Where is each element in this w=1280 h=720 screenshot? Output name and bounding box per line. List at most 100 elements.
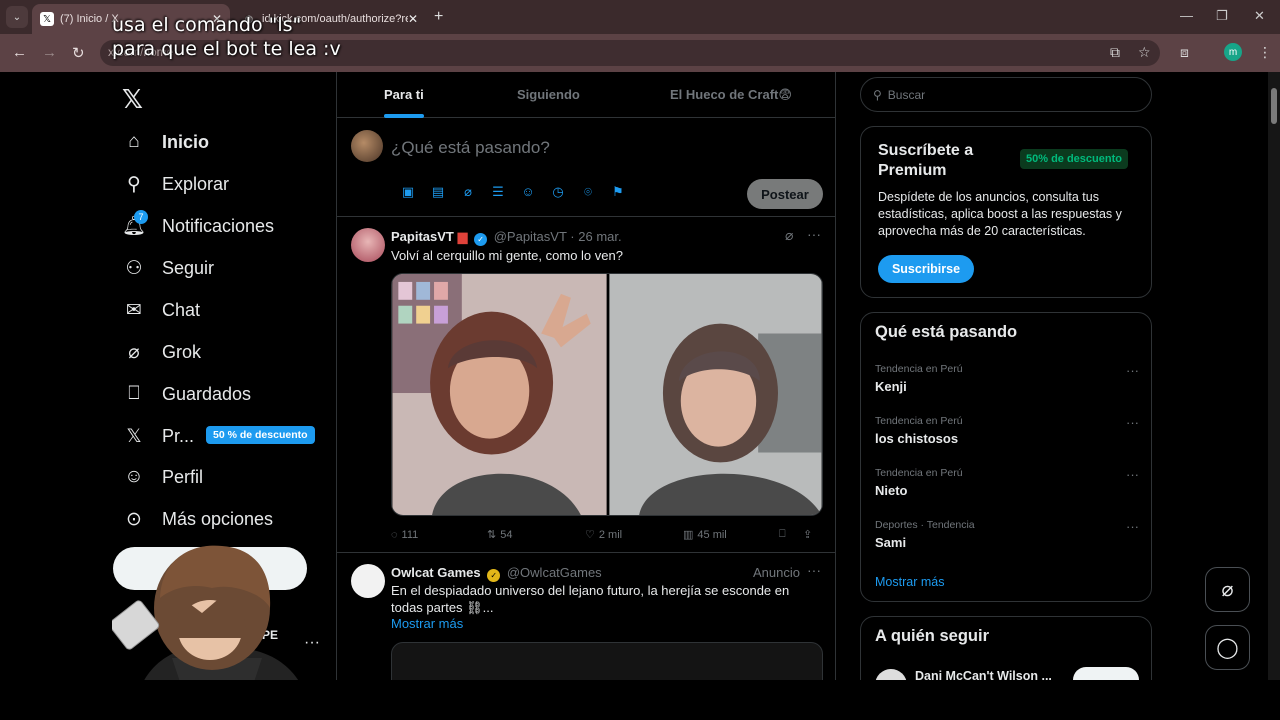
- reload-icon[interactable]: ↻: [72, 44, 85, 62]
- x-favicon-icon: 𝕏: [40, 12, 54, 26]
- mail-icon: ✉: [126, 299, 142, 321]
- trend-item[interactable]: Deportes · Tendencia Sami ···: [875, 519, 1139, 550]
- repost-icon: ⇅: [487, 529, 497, 541]
- tweet-photo-1[interactable]: [392, 274, 607, 515]
- nav-item-explorar[interactable]: ⚲ Explorar: [122, 168, 229, 200]
- timeline-tabs: Para ti Siguiendo El Hueco de Craft😨: [337, 72, 836, 118]
- restore-icon[interactable]: ❐: [1216, 8, 1228, 24]
- nav-item-chat[interactable]: ✉ Chat: [122, 294, 200, 326]
- x-logo-icon[interactable]: 𝕏: [122, 84, 143, 115]
- window-close-icon[interactable]: ✕: [1254, 8, 1265, 24]
- nav-item-grok[interactable]: ⌀ Grok: [122, 336, 201, 368]
- poll-icon[interactable]: ☰: [483, 184, 513, 200]
- grok-floating-button[interactable]: ⌀: [1205, 567, 1250, 612]
- share-action[interactable]: ⇪: [803, 528, 823, 541]
- emoji-icon[interactable]: ☺: [513, 184, 543, 200]
- trending-card: Qué está pasando Tendencia en Perú Kenji…: [860, 312, 1152, 602]
- nav-item-guardados[interactable]: ⎕ Guardados: [122, 378, 251, 410]
- tweet-author-handle[interactable]: @PapitasVT: [494, 229, 567, 244]
- premium-title: Suscríbete a Premium: [878, 142, 974, 179]
- fries-emoji-icon: ▆: [457, 229, 468, 244]
- show-more-link[interactable]: Mostrar más: [391, 616, 463, 631]
- tweet-author-name[interactable]: Owlcat Games: [391, 565, 481, 580]
- user-avatar[interactable]: [351, 130, 383, 162]
- trend-item[interactable]: Tendencia en Perú Kenji ···: [875, 363, 1139, 394]
- trend-more-icon[interactable]: ···: [1126, 363, 1139, 378]
- schedule-icon[interactable]: ◷: [543, 184, 573, 200]
- flag-icon[interactable]: ⚑: [603, 184, 633, 200]
- tweet-media-grid[interactable]: [391, 273, 823, 516]
- image-icon[interactable]: ▣: [393, 184, 423, 200]
- nav-label: Grok: [162, 341, 202, 362]
- tweet-date[interactable]: 26 mar.: [578, 229, 621, 244]
- grok-icon[interactable]: ⌀: [453, 184, 483, 200]
- reply-action[interactable]: ◌ 111: [391, 528, 487, 541]
- nav-item-premium[interactable]: 𝕏 Pr...: [122, 420, 194, 452]
- subscribe-button[interactable]: Suscribirse: [878, 255, 974, 283]
- reply-icon: ◌: [391, 528, 398, 541]
- messages-floating-button[interactable]: ◯: [1205, 625, 1250, 670]
- tweet-author-name[interactable]: PapitasVT: [391, 229, 454, 244]
- install-app-icon[interactable]: ⧉: [1110, 44, 1120, 61]
- composer-input[interactable]: ¿Qué está pasando?: [391, 138, 550, 158]
- tweet-actions: ◌ 111 ⇅ 54 ♡ 2 mil ▥ 45 mil ⎕ ⇪: [391, 528, 823, 541]
- trend-context: Deportes · Tendencia: [875, 519, 975, 531]
- premium-card: Suscríbete a Premium 50% de descuento De…: [860, 126, 1152, 298]
- trend-more-icon[interactable]: ···: [1126, 519, 1139, 534]
- close-tab-icon[interactable]: ✕: [408, 12, 418, 26]
- tweet-photo-2[interactable]: [609, 274, 822, 515]
- page-scrollbar[interactable]: [1268, 72, 1280, 680]
- trend-item[interactable]: Tendencia en Perú los chistosos ···: [875, 415, 1139, 446]
- scrollbar-thumb[interactable]: [1271, 88, 1277, 124]
- grok-explain-icon[interactable]: ⌀: [785, 227, 793, 244]
- trend-item[interactable]: Tendencia en Perú Nieto ···: [875, 467, 1139, 498]
- tab-siguiendo[interactable]: Siguiendo: [517, 87, 580, 102]
- nav-item-mas-opciones[interactable]: ⊙ Más opciones: [122, 503, 273, 535]
- trending-title: Qué está pasando: [875, 323, 1018, 341]
- search-input[interactable]: ⚲ Buscar: [860, 77, 1152, 112]
- extensions-icon[interactable]: ⧈: [1180, 44, 1189, 61]
- tweet-header: PapitasVT ▆ ✓ @PapitasVT · 26 mar.: [391, 229, 622, 246]
- trend-name: Nieto: [875, 483, 908, 498]
- bookmark-star-icon[interactable]: ☆: [1138, 44, 1151, 61]
- tweet-more-icon[interactable]: ···: [807, 562, 821, 578]
- notifications-count-badge: 7: [134, 210, 148, 224]
- bookmark-action[interactable]: ⎕: [779, 528, 803, 541]
- owlcat-avatar[interactable]: [351, 564, 385, 598]
- trend-more-icon[interactable]: ···: [1126, 467, 1139, 482]
- new-tab-button[interactable]: +: [434, 8, 443, 26]
- browser-profile-avatar[interactable]: m: [1224, 43, 1242, 61]
- gif-icon[interactable]: ▤: [423, 184, 453, 200]
- share-icon: ⇪: [803, 529, 813, 541]
- nav-item-seguir[interactable]: ⚇ Seguir: [122, 252, 214, 284]
- tab-para-ti[interactable]: Para ti: [384, 87, 424, 102]
- active-tab-indicator: [384, 114, 424, 118]
- postear-button[interactable]: Postear: [747, 179, 823, 209]
- minimize-icon[interactable]: —: [1180, 8, 1193, 23]
- like-action[interactable]: ♡ 2 mil: [585, 528, 683, 542]
- more-icon: ⊙: [126, 508, 142, 530]
- location-icon[interactable]: ⌾: [573, 184, 603, 200]
- tweet-author-handle[interactable]: @OwlcatGames: [507, 565, 602, 580]
- repost-action[interactable]: ⇅ 54: [487, 528, 585, 542]
- back-icon[interactable]: ←: [12, 44, 27, 61]
- nav-label: Guardados: [162, 383, 252, 404]
- bookmark-icon: ⎕: [779, 528, 786, 540]
- tweet-author-avatar[interactable]: [351, 228, 385, 262]
- browser-menu-icon[interactable]: ⋮: [1258, 44, 1272, 61]
- grok-icon: ⌀: [1221, 579, 1234, 601]
- forward-icon[interactable]: →: [42, 44, 57, 61]
- show-more-trends-link[interactable]: Mostrar más: [875, 575, 944, 589]
- nav-item-inicio[interactable]: ⌂ Inicio: [122, 126, 209, 158]
- tab-search-button[interactable]: ⌄: [6, 6, 28, 28]
- nav-label: Seguir: [162, 257, 215, 278]
- trend-more-icon[interactable]: ···: [1126, 415, 1139, 430]
- tab-el-hueco-de-craft[interactable]: El Hueco de Craft😨: [670, 87, 792, 103]
- search-icon: ⚲: [127, 173, 141, 195]
- trend-name: los chistosos: [875, 431, 959, 446]
- nav-label: Inicio: [162, 131, 210, 152]
- views-action[interactable]: ▥ 45 mil: [683, 528, 779, 542]
- nav-item-perfil[interactable]: ☺ Perfil: [122, 461, 203, 493]
- grok-icon: ⌀: [128, 341, 140, 363]
- tweet-more-icon[interactable]: ···: [807, 226, 821, 242]
